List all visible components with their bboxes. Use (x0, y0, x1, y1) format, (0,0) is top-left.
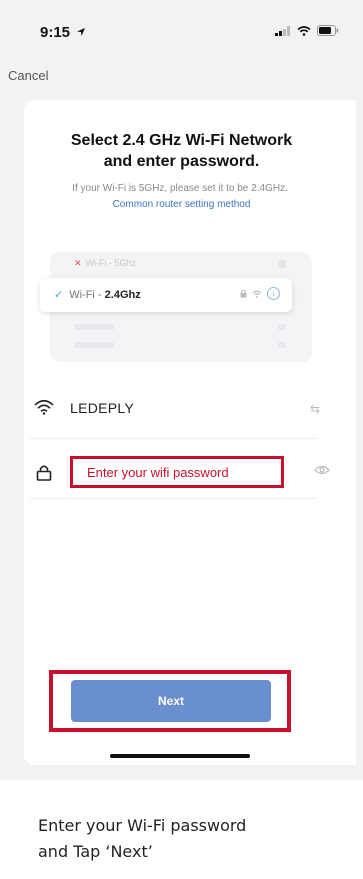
page-title-line2: and enter password. (103, 153, 260, 170)
illustration-row-5ghz: ✕ Wi-Fi - 5Ghz (74, 258, 136, 269)
network-ssid: LEDEPLY (70, 400, 135, 416)
switch-network-icon[interactable]: ⇆ (310, 402, 320, 416)
lock-small-icon (240, 289, 247, 298)
status-time-text: 9:15 (40, 24, 71, 41)
wifi-band-illustration: ✕ Wi-Fi - 5Ghz ✓ Wi-Fi - 2.4Ghz i (40, 252, 312, 362)
phone-screen: 9:15 Cancel Select 2.4 GHz Wi-Fi Network… (0, 0, 363, 780)
illustration-2-4ghz-band: 2.4Ghz (104, 289, 141, 301)
router-setting-link[interactable]: Common router setting method (24, 199, 339, 210)
status-icons (275, 25, 339, 36)
illustration-placeholder-bar (278, 342, 286, 348)
checkmark-icon: ✓ (54, 289, 64, 301)
illustration-5ghz-band: 5Ghz (114, 258, 137, 268)
home-indicator (110, 754, 250, 758)
status-time: 9:15 (40, 24, 86, 41)
password-row (30, 452, 330, 492)
location-arrow-icon (77, 28, 86, 36)
wifi-status-icon (297, 25, 311, 36)
wifi-small-icon (252, 290, 262, 298)
divider (30, 498, 316, 499)
wifi-setup-card: Select 2.4 GHz Wi-Fi Network and enter p… (24, 100, 356, 765)
lock-icon (36, 465, 52, 481)
battery-icon (317, 25, 339, 36)
illustration-2-4ghz-label: ✓ Wi-Fi - 2.4Ghz (54, 288, 141, 301)
caption-line1: Enter your Wi-Fi password (38, 816, 247, 835)
illustration-2-4ghz-prefix: Wi-Fi - (69, 289, 105, 301)
next-highlight-box: Next (49, 670, 291, 732)
cancel-button[interactable]: Cancel (8, 68, 48, 83)
band-hint-text: If your Wi-Fi is 5GHz, please set it to … (72, 183, 288, 194)
illustration-5ghz-prefix: Wi-Fi - (85, 258, 115, 268)
password-input[interactable] (73, 459, 281, 485)
illustration-placeholder-bar (74, 324, 114, 330)
illustration-placeholder-dot (278, 260, 286, 268)
page-title-line1: Select 2.4 GHz Wi-Fi Network (70, 132, 293, 149)
instruction-caption: Enter your Wi-Fi password and Tap ‘Next’ (38, 813, 358, 865)
divider (30, 438, 316, 439)
password-highlight-box (70, 456, 284, 488)
illustration-row-icons: i (240, 287, 280, 300)
page-title: Select 2.4 GHz Wi-Fi Network and enter p… (24, 130, 339, 172)
info-icon: i (267, 287, 280, 300)
eye-icon[interactable] (314, 465, 330, 475)
cellular-signal-icon (275, 25, 290, 36)
status-bar: 9:15 (0, 0, 363, 56)
illustration-placeholder-bar (74, 342, 114, 348)
cross-icon: ✕ (74, 258, 82, 268)
caption-line2: and Tap ‘Next’ (38, 842, 153, 861)
wifi-icon (34, 399, 54, 415)
illustration-placeholder-bar (278, 324, 286, 330)
next-button[interactable]: Next (71, 680, 271, 722)
illustration-row-2-4ghz: ✓ Wi-Fi - 2.4Ghz i (40, 278, 292, 312)
network-row[interactable]: LEDEPLY ⇆ (30, 395, 320, 425)
